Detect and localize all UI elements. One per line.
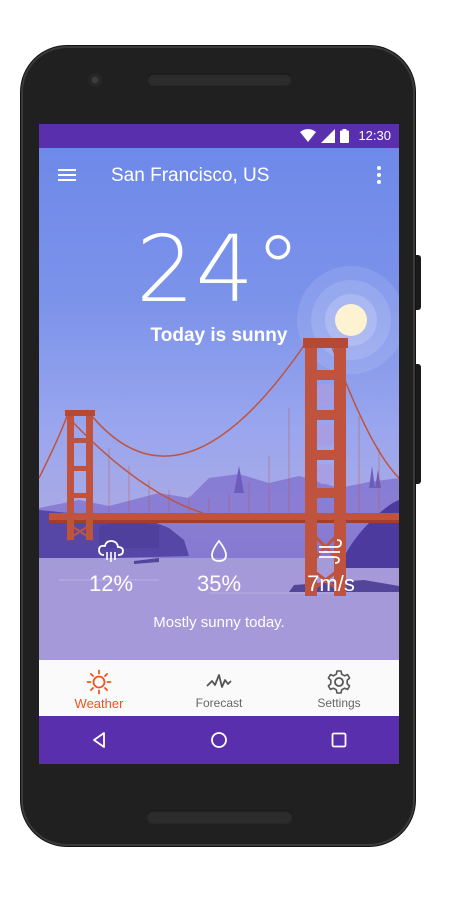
bottom-navigation: Weather Forecast Settings (39, 660, 399, 716)
earpiece-speaker (147, 73, 292, 86)
rain-chance-value: 12% (88, 571, 134, 596)
status-bar: 12:30 (39, 124, 399, 148)
tab-forecast-label: Forecast (195, 696, 243, 710)
humidity-value: 35% (196, 571, 242, 596)
rain-cloud-icon (98, 540, 124, 562)
tab-weather[interactable]: Weather (39, 660, 159, 716)
more-options-icon[interactable] (373, 164, 385, 186)
wifi-icon (300, 128, 317, 142)
recents-square-icon (331, 732, 347, 748)
home-button[interactable] (199, 720, 239, 760)
sun-icon (86, 669, 112, 695)
wind-icon (319, 539, 342, 564)
status-time: 12:30 (358, 128, 391, 143)
back-button[interactable] (79, 720, 119, 760)
tab-forecast[interactable]: Forecast (159, 660, 279, 716)
app-bar: San Francisco, US (39, 148, 399, 204)
current-temperature: 24° (135, 216, 303, 323)
weather-description: Mostly sunny today. (153, 614, 285, 631)
power-button (415, 364, 421, 484)
tab-weather-label: Weather (74, 696, 124, 711)
weather-summary: Today is sunny (150, 325, 288, 346)
back-triangle-icon (93, 732, 105, 748)
tab-settings[interactable]: Settings (279, 660, 399, 716)
front-camera (88, 73, 102, 87)
bottom-speaker (146, 810, 293, 824)
wind-speed-value: 7m/s (307, 571, 355, 596)
system-navigation-bar (39, 716, 399, 764)
tab-settings-label: Settings (317, 696, 361, 710)
signal-icon (321, 128, 336, 143)
water-drop-icon (211, 539, 227, 562)
gear-icon (327, 670, 351, 694)
wind-speed-stat: 7m/s (281, 538, 381, 597)
battery-icon (340, 128, 350, 143)
humidity-stat: 35% (169, 538, 269, 597)
recents-button[interactable] (319, 720, 359, 760)
home-circle-icon (211, 732, 227, 748)
graph-icon (206, 674, 232, 688)
location-title: San Francisco, US (111, 165, 270, 186)
volume-button (415, 255, 421, 310)
hamburger-menu-icon[interactable] (57, 165, 77, 185)
rain-chance-stat: 12% (61, 538, 161, 597)
phone-screen: 12:30 San Francisco, US 24° Today is sun… (39, 124, 399, 764)
